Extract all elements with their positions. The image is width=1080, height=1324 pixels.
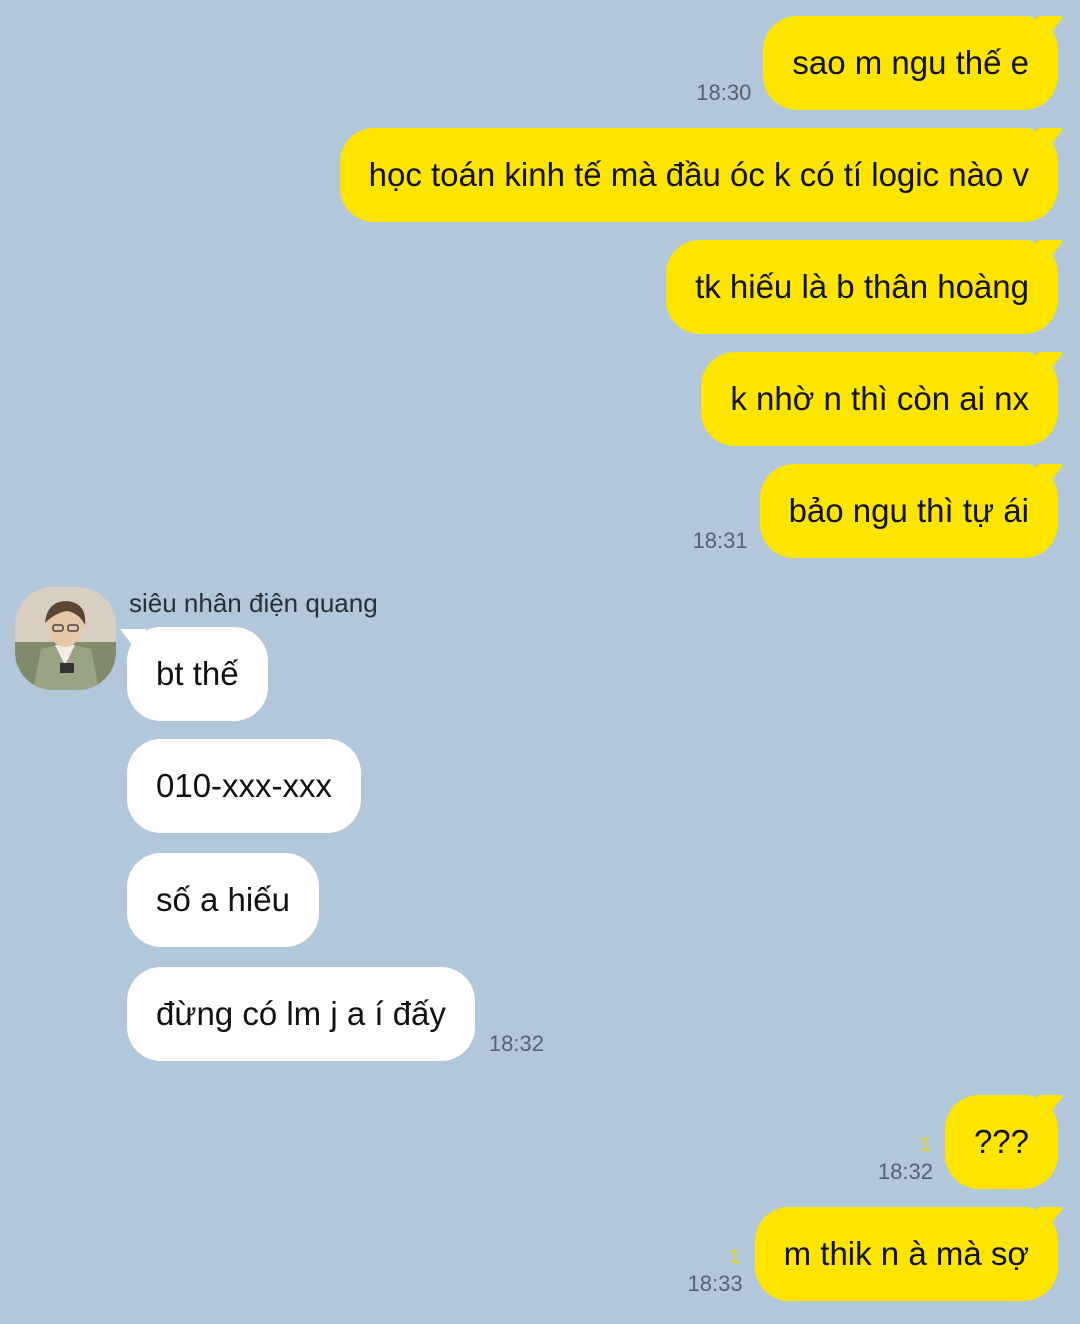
- message-row: k nhờ n thì còn ai nx: [701, 352, 1058, 446]
- incoming-message-bubble[interactable]: 010-xxx-xxx: [127, 739, 362, 833]
- message-meta: 1 18:33: [688, 1247, 743, 1295]
- message-meta: 18:31: [693, 530, 748, 552]
- message-meta: 18:30: [696, 82, 751, 104]
- outgoing-message-bubble[interactable]: bảo ngu thì tự ái: [759, 464, 1058, 558]
- message-row: 18:30 sao m ngu thế e: [696, 16, 1058, 110]
- message-row: tk hiếu là b thân hoàng: [666, 240, 1058, 334]
- unread-count: 1: [919, 1134, 931, 1156]
- incoming-message-bubble[interactable]: đừng có lm j a í đấy: [127, 967, 475, 1061]
- message-row: 1 18:32 ???: [878, 1095, 1058, 1189]
- message-row: số a hiếu: [127, 853, 319, 947]
- outgoing-message-bubble[interactable]: sao m ngu thế e: [763, 16, 1058, 110]
- outgoing-message-bubble[interactable]: học toán kinh tế mà đầu óc k có tí logic…: [339, 128, 1058, 222]
- outgoing-message-bubble[interactable]: ???: [944, 1095, 1058, 1189]
- message-row: học toán kinh tế mà đầu óc k có tí logic…: [339, 128, 1058, 222]
- message-row: 18:31 bảo ngu thì tự ái: [693, 464, 1058, 558]
- message-time: 18:33: [687, 1271, 743, 1296]
- message-row: đừng có lm j a í đấy 18:32: [127, 967, 544, 1061]
- sender-name: siêu nhân điện quang: [129, 588, 378, 618]
- message-row: bt thế: [127, 627, 268, 721]
- avatar-photo-icon: [15, 587, 116, 690]
- message-time: 18:31: [692, 528, 748, 553]
- message-row: 010-xxx-xxx: [127, 739, 362, 833]
- outgoing-message-bubble[interactable]: tk hiếu là b thân hoàng: [666, 240, 1058, 334]
- message-time: 18:32: [877, 1159, 933, 1184]
- unread-count: 1: [729, 1246, 741, 1268]
- contact-avatar[interactable]: [15, 587, 116, 690]
- message-time: 18:30: [696, 80, 752, 105]
- outgoing-message-bubble[interactable]: m thik n à mà sợ: [754, 1207, 1058, 1301]
- incoming-message-bubble[interactable]: bt thế: [127, 627, 268, 721]
- message-meta: 1 18:32: [878, 1135, 933, 1183]
- message-meta: 18:32: [489, 1033, 544, 1055]
- message-time: 18:32: [488, 1031, 544, 1056]
- incoming-message-bubble[interactable]: số a hiếu: [127, 853, 319, 947]
- outgoing-message-bubble[interactable]: k nhờ n thì còn ai nx: [701, 352, 1058, 446]
- chat-thread[interactable]: 18:30 sao m ngu thế e học toán kinh tế m…: [0, 0, 1080, 1324]
- message-row: 1 18:33 m thik n à mà sợ: [688, 1207, 1058, 1301]
